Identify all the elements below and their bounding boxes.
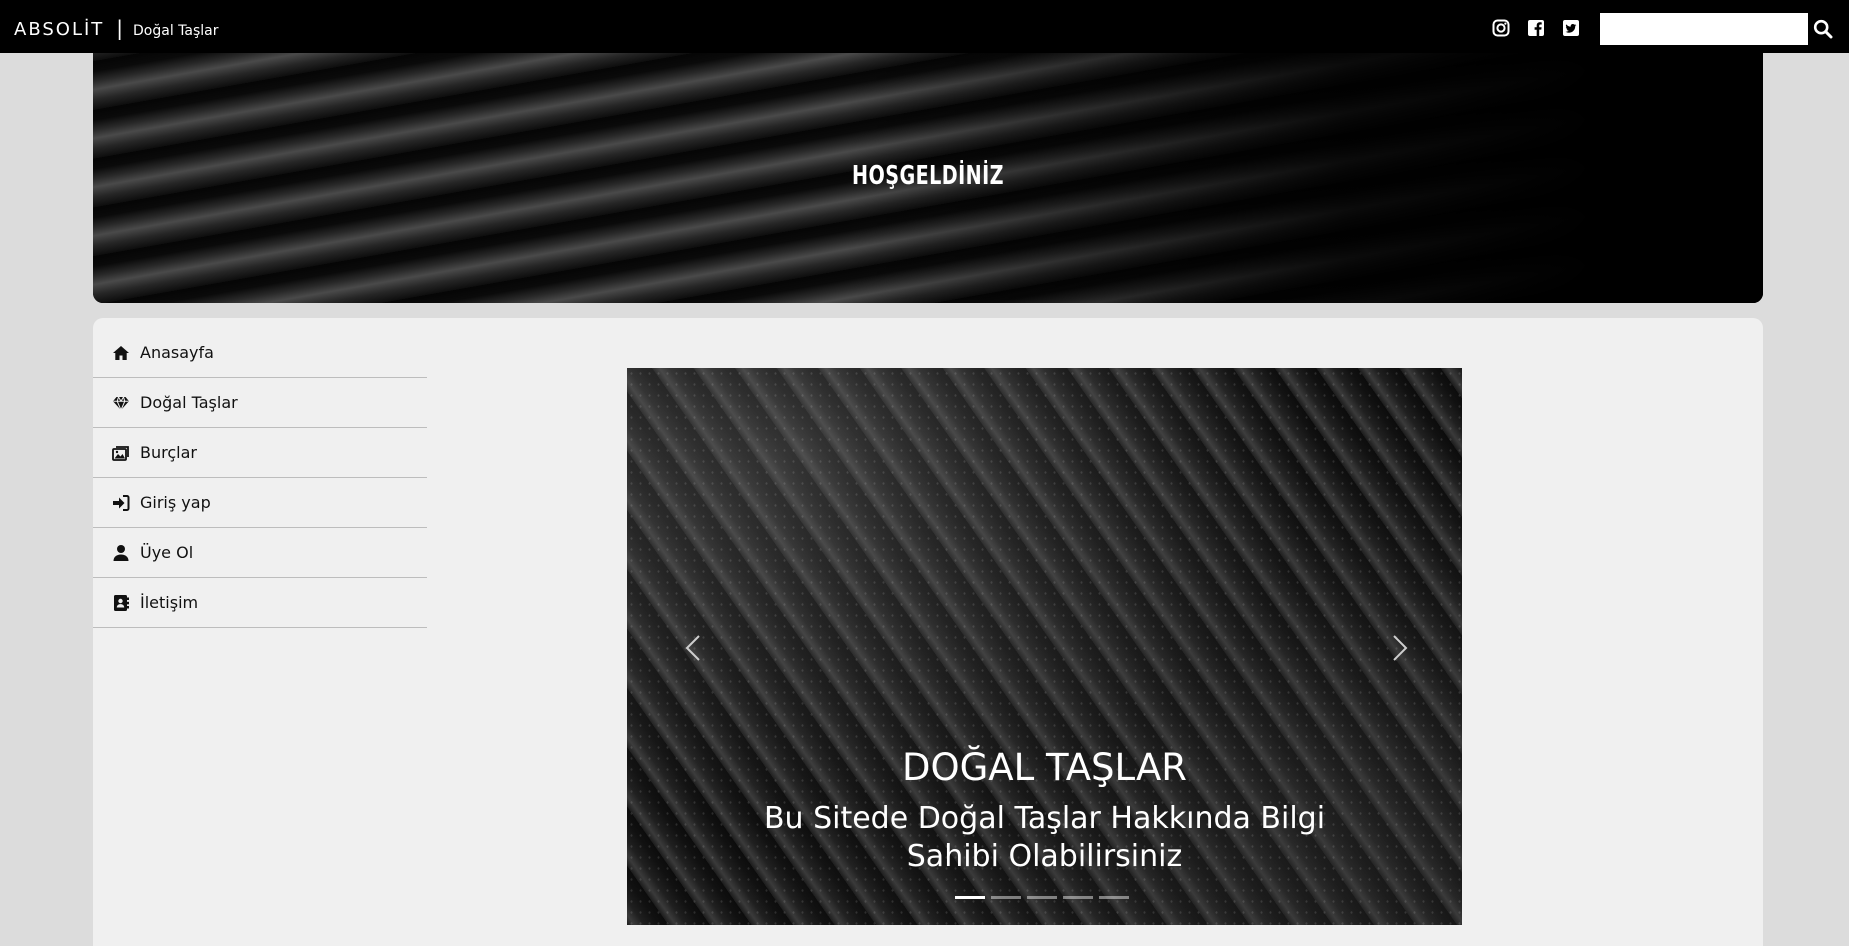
top-navbar: ABSOLİT | Doğal Taşlar [0, 0, 1849, 53]
gem-icon [112, 394, 130, 412]
carousel-indicator[interactable] [955, 896, 985, 899]
sidebar-item-uye-ol[interactable]: Üye Ol [93, 528, 427, 578]
brand[interactable]: ABSOLİT | Doğal Taşlar [14, 16, 219, 40]
sidebar-item-label: Giriş yap [140, 493, 211, 512]
sidebar-item-label: Anasayfa [140, 343, 214, 362]
sign-in-icon [112, 494, 130, 512]
sidebar-item-dogal-taslar[interactable]: Doğal Taşlar [93, 378, 427, 428]
home-icon [112, 344, 130, 362]
carousel-indicator[interactable] [1027, 896, 1057, 899]
image-carousel[interactable]: DOĞAL TAŞLAR Bu Sitede Doğal Taşlar Hakk… [627, 368, 1462, 925]
brand-name[interactable]: ABSOLİT [14, 19, 104, 40]
sidebar-item-label: Burçlar [140, 443, 197, 462]
sidebar-item-anasayfa[interactable]: Anasayfa [93, 328, 427, 378]
carousel-indicator[interactable] [1063, 896, 1093, 899]
brand-separator: | [116, 16, 124, 40]
twitter-icon[interactable] [1562, 19, 1580, 37]
facebook-icon[interactable] [1527, 19, 1545, 37]
carousel-next-button[interactable] [1384, 628, 1414, 668]
search-button[interactable] [1813, 19, 1833, 39]
carousel-indicators [955, 896, 1129, 899]
chevron-right-icon [1393, 635, 1408, 661]
sidebar-menu: Anasayfa Doğal Taşlar Burçlar Giriş yap … [93, 328, 427, 628]
search-input[interactable] [1600, 13, 1808, 45]
carousel-caption-line-2: Sahibi Olabilirsiniz [906, 839, 1183, 874]
hero-title: HOŞGELDİNİZ [852, 161, 1004, 191]
carousel-caption-text: Bu Sitede Doğal Taşlar Hakkında Bilgi Sa… [627, 800, 1462, 876]
sidebar-item-burclar[interactable]: Burçlar [93, 428, 427, 478]
sidebar-item-label: Üye Ol [140, 543, 194, 562]
carousel-prev-button[interactable] [679, 628, 709, 668]
sidebar-item-label: İletişim [140, 593, 199, 612]
carousel-caption-title: DOĞAL TAŞLAR [902, 746, 1187, 789]
sidebar-item-iletisim[interactable]: İletişim [93, 578, 427, 628]
brand-subtitle[interactable]: Doğal Taşlar [133, 23, 218, 39]
user-icon [112, 544, 130, 562]
carousel-indicator[interactable] [1099, 896, 1129, 899]
sidebar-item-giris-yap[interactable]: Giriş yap [93, 478, 427, 528]
instagram-icon[interactable] [1492, 19, 1510, 37]
search-icon [1813, 19, 1833, 39]
address-book-icon [112, 594, 130, 612]
images-icon [112, 444, 130, 462]
chevron-left-icon [685, 635, 700, 661]
hero-banner: HOŞGELDİNİZ [93, 53, 1763, 303]
carousel-indicator[interactable] [991, 896, 1021, 899]
sidebar-item-label: Doğal Taşlar [140, 393, 238, 412]
carousel-caption-line-1: Bu Sitede Doğal Taşlar Hakkında Bilgi [763, 801, 1326, 836]
